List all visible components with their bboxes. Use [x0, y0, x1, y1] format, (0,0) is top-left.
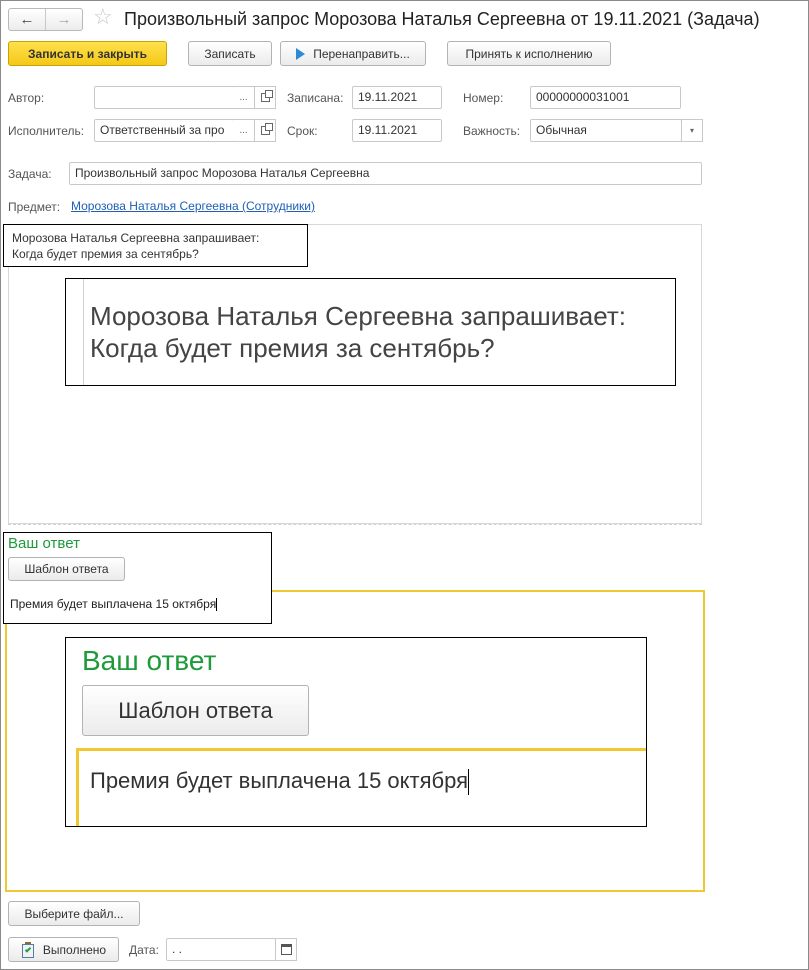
- date-label: Дата:: [129, 943, 159, 957]
- choose-file-button[interactable]: Выберите файл...: [8, 901, 140, 926]
- request-line-2: Когда будет премия за сентябрь?: [12, 247, 199, 261]
- number-field[interactable]: 00000000031001: [530, 86, 681, 109]
- deadline-date-field[interactable]: 19.11.2021: [352, 119, 442, 142]
- answer-zoom-text-line: Премия будет выплачена 15 октября: [90, 766, 470, 796]
- answer-heading: Ваш ответ: [8, 535, 80, 552]
- request-line-1: Морозова Наталья Сергеевна запрашивает:: [12, 231, 260, 245]
- answer-zoom-heading: Ваш ответ: [82, 645, 217, 676]
- recorded-label: Записана:: [287, 91, 344, 105]
- zoom-inner-border: [83, 279, 84, 385]
- completion-date-field[interactable]: . .: [166, 938, 276, 961]
- task-label: Задача:: [8, 167, 52, 181]
- answer-text: Премия будет выплачена 15 октября: [10, 597, 217, 611]
- back-arrow-icon[interactable]: ←: [9, 9, 45, 30]
- done-button-label: Выполнено: [42, 942, 107, 957]
- chevron-down-icon: ▾: [689, 126, 694, 135]
- request-zoom-line-1: Морозова Наталья Сергеевна запрашивает:: [90, 301, 626, 331]
- window-title: Произвольный запрос Морозова Наталья Сер…: [124, 9, 760, 29]
- author-label: Автор:: [8, 91, 45, 105]
- executor-select-button[interactable]: ...: [233, 119, 255, 142]
- recorded-date-field[interactable]: 19.11.2021: [352, 86, 442, 109]
- calendar-button[interactable]: [275, 938, 297, 961]
- open-form-icon: [260, 90, 273, 102]
- author-open-button[interactable]: [254, 86, 276, 109]
- importance-dropdown-button[interactable]: ▾: [681, 119, 703, 142]
- done-button[interactable]: Выполнено: [8, 937, 119, 962]
- favorite-star-icon[interactable]: ☆: [93, 6, 113, 28]
- text-cursor: [468, 769, 470, 796]
- number-label: Номер:: [463, 91, 504, 105]
- importance-select[interactable]: Обычная: [530, 119, 682, 142]
- subject-label: Предмет:: [8, 200, 61, 214]
- request-zoom-line-2: Когда будет премия за сентябрь?: [90, 333, 495, 363]
- deadline-label: Срок:: [287, 124, 318, 138]
- calendar-icon: [280, 944, 292, 955]
- forward-arrow-icon[interactable]: →: [45, 9, 82, 30]
- executor-open-button[interactable]: [254, 119, 276, 142]
- answer-template-button[interactable]: Шаблон ответа: [8, 557, 125, 581]
- history-nav: ← →: [8, 8, 83, 31]
- answer-zoom-callout: Ваш ответ Шаблон ответа Премия будет вып…: [65, 637, 647, 827]
- author-field[interactable]: [94, 86, 234, 109]
- author-select-button[interactable]: ...: [233, 86, 255, 109]
- redirect-button[interactable]: Перенаправить...: [280, 41, 426, 66]
- executor-field[interactable]: Ответственный за про: [94, 119, 234, 142]
- answer-zoom-text: Премия будет выплачена 15 октября: [90, 768, 469, 793]
- section-divider: [8, 524, 702, 525]
- executor-label: Исполнитель:: [8, 124, 85, 138]
- open-form-icon: [260, 123, 273, 135]
- accept-button[interactable]: Принять к исполнению: [447, 41, 611, 66]
- redirect-arrow-icon: [296, 47, 306, 60]
- answer-zoom-template-button: Шаблон ответа: [82, 685, 309, 736]
- save-and-close-button[interactable]: Записать и закрыть: [8, 41, 167, 66]
- text-cursor: [216, 598, 218, 612]
- redirect-button-label: Перенаправить...: [313, 46, 410, 61]
- clipboard-check-icon: [21, 941, 35, 958]
- request-text-callout: Морозова Наталья Сергеевна запрашивает: …: [3, 224, 308, 267]
- save-button[interactable]: Записать: [188, 41, 272, 66]
- request-zoom-callout: Морозова Наталья Сергеевна запрашивает: …: [65, 278, 676, 386]
- importance-label: Важность:: [463, 124, 521, 138]
- subject-link[interactable]: Морозова Наталья Сергеевна (Сотрудники): [71, 199, 315, 213]
- answer-text-line[interactable]: Премия будет выплачена 15 октября: [10, 596, 218, 612]
- task-field[interactable]: Произвольный запрос Морозова Наталья Сер…: [69, 162, 702, 185]
